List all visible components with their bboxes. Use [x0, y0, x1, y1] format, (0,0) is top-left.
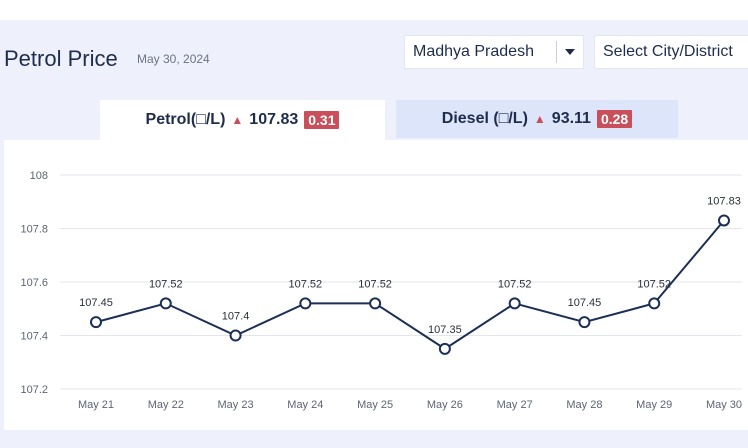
- tab-petrol-price: 107.83: [249, 111, 299, 128]
- city-select[interactable]: Select City/District: [594, 35, 748, 69]
- y-tick-label: 107.2: [20, 384, 48, 396]
- data-label: 107.52: [149, 278, 183, 290]
- tab-petrol[interactable]: Petrol(□/L) ▲ 107.83 0.31: [100, 100, 385, 140]
- x-tick-label: May 22: [148, 399, 184, 411]
- price-line-chart: 107.2 107.4 107.6 107.8 108 May 21 May 22 May 2…: [20, 170, 742, 411]
- caret-down-icon[interactable]: [557, 36, 583, 68]
- y-tick-label: 107.8: [20, 224, 48, 236]
- data-point: [159, 297, 172, 310]
- data-point: [578, 316, 591, 329]
- state-select-value: Madhya Pradesh: [413, 43, 534, 60]
- data-point: [718, 214, 730, 227]
- x-tick-label: May 24: [287, 399, 323, 411]
- y-tick-label: 108: [30, 170, 48, 182]
- triangle-up-icon: ▲: [231, 113, 244, 127]
- tab-diesel[interactable]: Diesel (□/L) ▲ 93.11 0.28: [396, 100, 678, 138]
- tab-diesel-price: 93.11: [551, 110, 591, 127]
- triangle-up-icon: ▲: [533, 112, 546, 126]
- data-point: [229, 329, 242, 342]
- page-title: Petrol Price: [4, 46, 118, 71]
- tab-diesel-label: Diesel (□/L): [441, 110, 528, 127]
- chart-panel: 107.2 107.4 107.6 107.8 108 May 21 May 22 May 2…: [4, 140, 748, 430]
- x-tick-label: May 21: [78, 399, 114, 411]
- data-label: 107.4: [222, 311, 250, 323]
- x-tick-label: May 23: [218, 399, 254, 411]
- tab-diesel-change-badge: 0.28: [596, 110, 633, 128]
- data-point: [648, 297, 661, 310]
- state-select[interactable]: Madhya Pradesh: [404, 35, 584, 69]
- page-date: May 30, 2024: [137, 52, 210, 66]
- data-label: 107.35: [428, 324, 462, 336]
- data-label: 107.83: [707, 195, 741, 207]
- data-label: 107.45: [568, 297, 602, 309]
- tab-petrol-change-badge: 0.31: [304, 111, 340, 129]
- tab-petrol-label: Petrol(□/L): [145, 111, 226, 128]
- data-label: 107.52: [637, 278, 671, 290]
- x-tick-label: May 28: [566, 399, 602, 411]
- data-label: 107.52: [358, 278, 392, 290]
- data-label: 107.45: [79, 297, 113, 309]
- x-tick-label: May 25: [357, 399, 393, 411]
- data-point: [299, 297, 312, 310]
- data-point: [438, 342, 451, 355]
- data-point: [369, 297, 382, 310]
- city-select-placeholder: Select City/District: [603, 43, 733, 60]
- y-tick-label: 107.6: [20, 277, 48, 289]
- header: Petrol Price May 30, 2024 Madhya Pradesh…: [0, 20, 748, 100]
- data-label: 107.52: [289, 278, 323, 290]
- x-tick-label: May 26: [427, 399, 463, 411]
- y-tick-label: 107.4: [20, 331, 48, 343]
- series-line: [95, 219, 725, 351]
- data-label: 107.52: [498, 278, 532, 290]
- data-point: [90, 316, 102, 329]
- x-tick-label: May 30: [706, 399, 742, 411]
- x-tick-label: May 27: [497, 399, 533, 411]
- data-point: [508, 297, 521, 310]
- top-strip: [0, 0, 748, 20]
- x-tick-label: May 29: [636, 399, 672, 411]
